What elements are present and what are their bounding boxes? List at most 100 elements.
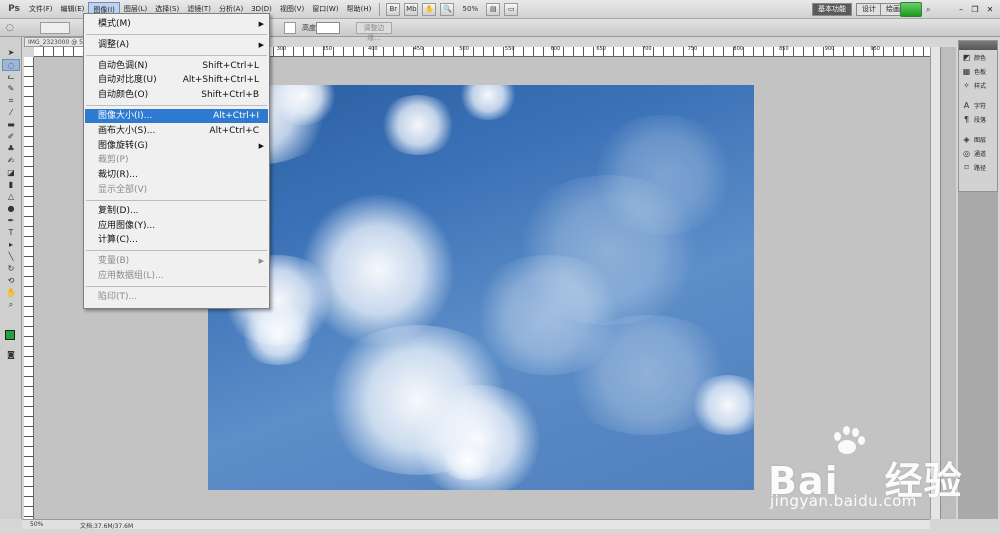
minimize-icon[interactable]: – [954,3,968,16]
menu-view[interactable]: 视图(V) [276,2,308,17]
ellipse-marquee-icon[interactable]: ◌ [6,21,36,35]
quick-select-icon[interactable]: ✎ [2,83,20,95]
close-icon[interactable]: ✕ [983,3,997,16]
paths-icon: ⌑ [964,162,969,172]
menu-separator [86,105,267,106]
path-select-icon[interactable]: ▸ [2,239,20,251]
image-menu-item[interactable]: 计算(C)... [85,233,268,247]
swatches-icon: ▦ [962,66,971,76]
image-menu-item: 变量(B) ▶ [85,254,268,268]
status-doc-info[interactable]: 文档:37.6M/37.6M [80,521,133,530]
eraser-icon[interactable]: ◪ [2,167,20,179]
zoom-tool-icon[interactable]: ⌕ [2,299,20,311]
status-zoom[interactable]: 50% [30,521,43,528]
bridge-icon[interactable]: Br [386,2,401,16]
menu-separator [86,33,267,35]
brush-tool-icon[interactable]: ✐ [2,131,20,143]
move-tool-icon[interactable]: ➤ [2,47,20,59]
menu-item-label: 自动色调(N) [98,60,148,71]
horizontal-scrollbar[interactable] [84,519,930,529]
menu-separator [86,54,267,56]
height-swap-button[interactable] [284,22,296,34]
image-menu-item: 应用数据组(L)... [85,269,268,283]
zoom-tool-icon[interactable]: 🔍 [440,2,455,16]
menu-item-label: 计算(C)... [98,235,138,246]
blur-icon[interactable]: △ [2,191,20,203]
image-menu-item[interactable]: 图像大小(I)... Alt+Ctrl+I [85,109,268,123]
menu-item-label: 图像旋转(G) [98,140,148,151]
hand-icon[interactable]: ✋ [422,2,437,16]
menu-item-label: 自动对比度(U) [98,75,157,86]
height-input[interactable] [316,22,340,34]
pen-tool-icon[interactable]: ✒ [2,215,20,227]
styles-icon: ✧ [963,80,970,90]
foreground-color-swatch[interactable] [5,330,15,340]
crop-tool-icon[interactable]: ⌗ [2,95,20,107]
workspace-basic-button[interactable]: 基本功能 [812,3,852,16]
image-menu-dropdown: 模式(M) ▶ 调整(A) ▶ 自动色调(N) Shift+Ctrl+L 自动对比度(U) A… [83,13,270,309]
type-tool-icon[interactable]: T [2,227,20,239]
panel-color[interactable]: ◩ 颜色 [959,50,997,64]
menu-item-shortcut: Alt+Shift+Ctrl+L [182,75,259,86]
panel-paths[interactable]: ⌑ 路径 [959,160,997,174]
lasso-tool-icon[interactable]: ᓚ [2,71,20,83]
image-menu-item[interactable]: 复制(D)... [85,204,268,218]
screen-mode-icon[interactable]: ▭ [504,2,519,16]
image-menu-item[interactable]: 自动颜色(O) Shift+Ctrl+B [85,88,268,102]
panel-character[interactable]: A 字符 [959,98,997,112]
healing-brush-icon[interactable]: ▬ [2,119,20,131]
arrange-documents-icon[interactable]: ▤ [486,2,501,16]
panel-swatches[interactable]: ▦ 色板 [959,64,997,78]
minibridge-icon[interactable]: Mb [404,2,419,16]
image-menu-item[interactable]: 自动色调(N) Shift+Ctrl+L [85,59,268,73]
panel-channels[interactable]: ◎ 通道 [959,146,997,160]
image-menu-item[interactable]: 调整(A) ▶ [85,38,268,52]
sky-photo[interactable] [208,85,754,490]
zoom-level[interactable]: 50% [456,5,484,13]
restore-icon[interactable]: ❐ [968,3,982,16]
menu-item-label: 自动颜色(O) [98,90,149,101]
clone-stamp-icon[interactable]: ♣ [2,143,20,155]
image-menu-item[interactable]: 画布大小(S)... Alt+Ctrl+C [85,124,268,138]
image-menu-item: 裁剪(P) [85,153,268,167]
image-menu-item[interactable]: 图像旋转(G) ▶ [85,139,268,153]
history-brush-icon[interactable]: ✍ [2,155,20,167]
character-icon: A [963,100,970,110]
refine-edge-button[interactable]: 调整边缘... [356,22,392,42]
menu-item-label: 裁剪(P) [98,155,129,166]
panel-paragraph[interactable]: ¶ 段落 [959,112,997,126]
image-menu-item[interactable]: 自动对比度(U) Alt+Shift+Ctrl+L [85,73,268,87]
menu-help[interactable]: 帮助(H) [343,2,376,17]
quick-mask-icon[interactable]: ◙ [2,349,20,361]
panel-styles[interactable]: ✧ 样式 [959,78,997,92]
image-menu-item[interactable]: 模式(M) ▶ [85,17,268,31]
selection-mode-buttons[interactable] [40,22,70,34]
image-menu-item[interactable]: 应用图像(Y)... [85,219,268,233]
dodge-icon[interactable]: ● [2,203,20,215]
menu-item-label: 变量(B) [98,256,130,267]
menu-file[interactable]: 文件(F) [25,2,57,17]
gradient-icon[interactable]: ▮ [2,179,20,191]
submenu-arrow-icon: ▶ [258,40,264,49]
menu-item-shortcut: Shift+Ctrl+B [201,90,259,101]
menu-separator [86,250,267,252]
layers-icon: ◈ [963,134,970,144]
color-icon: ◩ [962,52,971,62]
menu-item-shortcut: Shift+Ctrl+L [202,60,259,71]
image-menu-item[interactable]: 裁切(R)... [85,168,268,182]
hand-tool-icon[interactable]: ✋ [2,287,20,299]
panel-layers[interactable]: ◈ 图层 [959,132,997,146]
menu-item-shortcut: Alt+Ctrl+C [209,125,259,136]
search-icon[interactable]: ⌕ [926,4,940,15]
menu-window[interactable]: 窗口(W) [308,2,342,17]
panel-header[interactable] [959,41,997,50]
workspace-design-button[interactable]: 设计 [856,3,882,16]
menu-separator [86,199,267,201]
marquee-tool-icon[interactable]: ◌ [2,59,20,71]
cs-live-button[interactable] [900,2,922,17]
shape-tool-icon[interactable]: ╲ [2,251,20,263]
3d-rotate-icon[interactable]: ↻ [2,263,20,275]
image-menu-item: 陷印(T)... [85,290,268,304]
eyedropper-icon[interactable]: ⁄ [2,107,20,119]
3d-orbit-icon[interactable]: ⟲ [2,275,20,287]
